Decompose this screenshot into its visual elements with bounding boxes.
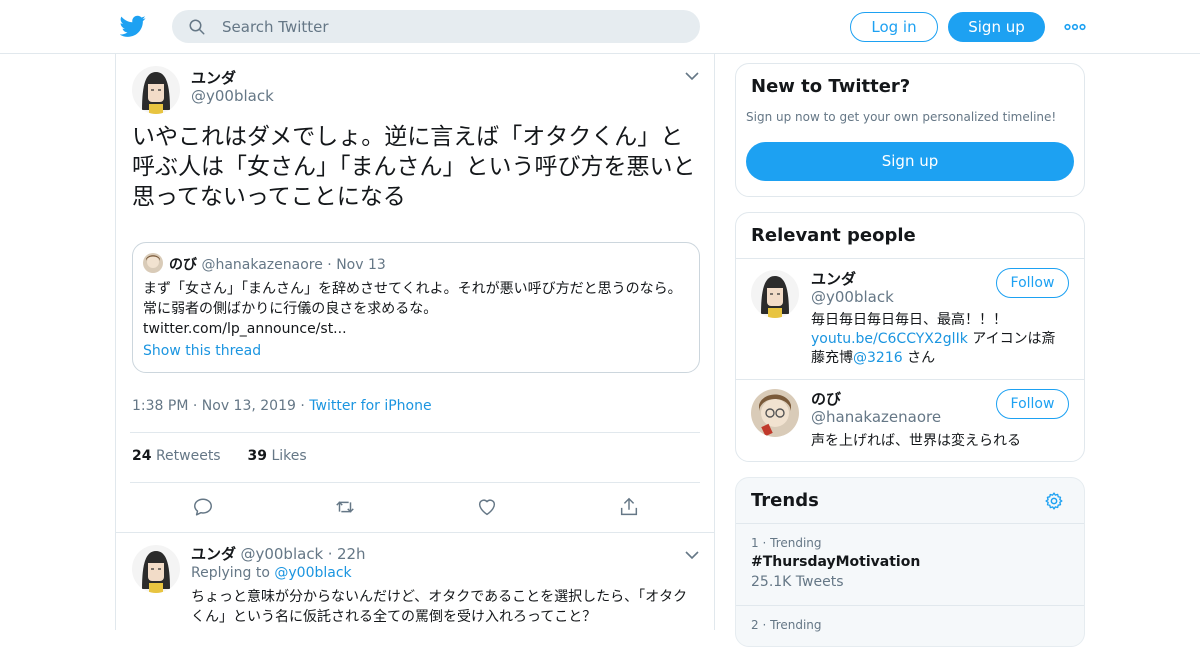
quoted-display-name: のび <box>169 257 197 273</box>
reply-text: ちょっと意味が分からないんだけど、オタクであることを選択したら、「オタクくん」と… <box>191 589 688 625</box>
trends-card: Trends 1 · Trending #ThursdayMotivation … <box>735 477 1085 647</box>
avatar-illustration <box>132 545 180 593</box>
search-icon <box>189 19 205 35</box>
relevant-person[interactable]: のび @hanakazenaore Follow 声を上げれば、世界は変えられる <box>736 379 1084 461</box>
tweet-time[interactable]: 1:38 PM <box>132 398 188 414</box>
person-name[interactable]: ユンダ <box>811 268 856 289</box>
main-timeline-column: ユンダ @y00black いやこれはダメでしょ。逆に言えば「オタクくん」と呼ぶ… <box>115 54 715 630</box>
quoted-text-body: まず「女さん」「まんさん」を辞めさせてくれよ。それが悪い呼び方だと思うのなら。常… <box>143 281 682 317</box>
trend-rank: 1 <box>751 536 759 550</box>
dot-separator: · <box>300 398 305 414</box>
replying-to-mention[interactable]: @y00black <box>274 565 351 581</box>
share-icon[interactable] <box>618 496 640 518</box>
retweets-count: 24 <box>132 448 152 464</box>
person-avatar[interactable] <box>751 389 799 437</box>
avatar-illustration <box>132 66 180 114</box>
person-handle[interactable]: @hanakazenaore <box>811 408 941 426</box>
avatar-illustration <box>751 389 799 437</box>
tweet-source-link[interactable]: Twitter for iPhone <box>309 398 431 414</box>
trend-tweet-count: 25.1K Tweets <box>751 574 844 590</box>
show-thread-link[interactable]: Show this thread <box>143 343 261 359</box>
quoted-tweet-text: まず「女さん」「まんさん」を辞めさせてくれよ。それが悪い呼び方だと思うのなら。常… <box>143 279 691 339</box>
tweet-text: いやこれはダメでしょ。逆に言えば「オタクくん」と呼ぶ人は「女さん」「まんさん」と… <box>132 124 696 210</box>
divider <box>736 523 1084 524</box>
reply-handle[interactable]: @y00black <box>240 545 323 563</box>
author-display-name[interactable]: ユンダ <box>191 67 236 88</box>
more-options-icon[interactable] <box>1064 18 1086 36</box>
reply-header: ユンダ @y00black · 22h <box>191 543 366 564</box>
person-avatar[interactable] <box>751 270 799 318</box>
relevant-people-card: Relevant people ユンダ @y00black Follow 毎日毎… <box>735 212 1085 462</box>
dot-separator: · <box>327 257 332 273</box>
likes-label: Likes <box>271 448 307 464</box>
reply-icon[interactable] <box>192 496 214 518</box>
search-input[interactable] <box>222 10 682 43</box>
chevron-down-icon[interactable] <box>684 547 700 563</box>
retweet-icon[interactable] <box>334 496 356 518</box>
top-navigation-bar: Log in Sign up <box>0 0 1200 54</box>
reply-author-avatar[interactable] <box>132 545 180 593</box>
trend-meta: 1 · Trending <box>751 536 1071 550</box>
quoted-tweet[interactable]: のび @hanakazenaore · Nov 13 まず「女さん」「まんさん」… <box>132 242 700 373</box>
retweets-label: Retweets <box>155 448 221 464</box>
reply-tweet[interactable]: ユンダ @y00black · 22h Replying to @y00blac… <box>116 532 714 630</box>
trend-name[interactable]: #ThursdayMotivation <box>751 554 1071 570</box>
reply-age[interactable]: 22h <box>337 545 366 563</box>
trend-item[interactable]: 1 · Trending #ThursdayMotivation 25.1K T… <box>751 536 1071 590</box>
quoted-tweet-header: のび @hanakazenaore · Nov 13 <box>169 254 386 274</box>
quoted-link: twitter.com/lp_announce/st... <box>143 321 347 337</box>
dot-separator: · <box>327 545 333 563</box>
bio-mention[interactable]: @3216 <box>853 350 903 366</box>
likes-count: 39 <box>247 448 267 464</box>
bio-link[interactable]: youtu.be/C6CCYX2glIk <box>811 331 968 347</box>
quoted-handle: @hanakazenaore <box>201 257 323 273</box>
divider <box>130 432 700 433</box>
tweet-timestamp: 1:38 PM · Nov 13, 2019 · Twitter for iPh… <box>132 398 432 414</box>
quoted-author-avatar <box>143 253 163 273</box>
relevant-person[interactable]: ユンダ @y00black Follow 毎日毎日毎日毎日、最高！！！ yout… <box>736 258 1084 378</box>
sidebar-signup-button[interactable]: Sign up <box>746 142 1074 181</box>
trend-label: Trending <box>770 536 822 550</box>
replying-to-prefix: Replying to <box>191 565 270 581</box>
follow-button[interactable]: Follow <box>996 268 1069 298</box>
author-handle[interactable]: @y00black <box>191 87 274 105</box>
follow-button[interactable]: Follow <box>996 389 1069 419</box>
bio-text: 藤充博 <box>811 350 853 366</box>
login-button[interactable]: Log in <box>850 12 938 42</box>
search-bar[interactable] <box>172 10 700 43</box>
bio-text: 毎日毎日毎日毎日、最高！！！ <box>811 312 1007 328</box>
replying-to: Replying to @y00black <box>191 565 352 581</box>
person-bio: 毎日毎日毎日毎日、最高！！！ youtu.be/C6CCYX2glIk アイコン… <box>811 311 1071 368</box>
tweet-stats: 24 Retweets 39 Likes <box>132 448 307 464</box>
avatar-illustration <box>143 253 163 273</box>
reply-display-name[interactable]: ユンダ <box>191 545 236 563</box>
tweet-date[interactable]: Nov 13, 2019 <box>202 398 296 414</box>
divider <box>736 605 1084 606</box>
signup-button[interactable]: Sign up <box>948 12 1045 42</box>
person-name[interactable]: のび <box>811 388 841 409</box>
new-to-twitter-subtitle: Sign up now to get your own personalized… <box>746 110 1057 124</box>
chevron-down-icon[interactable] <box>684 68 700 84</box>
person-handle[interactable]: @y00black <box>811 288 894 306</box>
person-bio: 声を上げれば、世界は変えられる <box>811 433 1021 449</box>
dot-separator: · <box>762 536 767 550</box>
trends-title: Trends <box>751 490 819 511</box>
retweets-stat[interactable]: 24 Retweets <box>132 448 221 464</box>
avatar-illustration <box>751 270 799 318</box>
dot-separator: · <box>192 398 198 414</box>
relevant-people-title: Relevant people <box>751 225 916 246</box>
divider <box>130 482 700 483</box>
new-to-twitter-title: New to Twitter? <box>751 76 911 97</box>
bio-text: アイコンは斎 <box>967 331 1056 347</box>
likes-stat[interactable]: 39 Likes <box>248 448 307 464</box>
twitter-bird-icon[interactable] <box>120 13 146 39</box>
author-avatar[interactable] <box>132 66 180 114</box>
like-heart-icon[interactable] <box>476 496 498 518</box>
gear-icon[interactable] <box>1044 491 1064 511</box>
new-to-twitter-card: New to Twitter? Sign up now to get your … <box>735 63 1085 197</box>
quoted-date: Nov 13 <box>336 257 386 273</box>
bio-text: さん <box>902 350 936 366</box>
